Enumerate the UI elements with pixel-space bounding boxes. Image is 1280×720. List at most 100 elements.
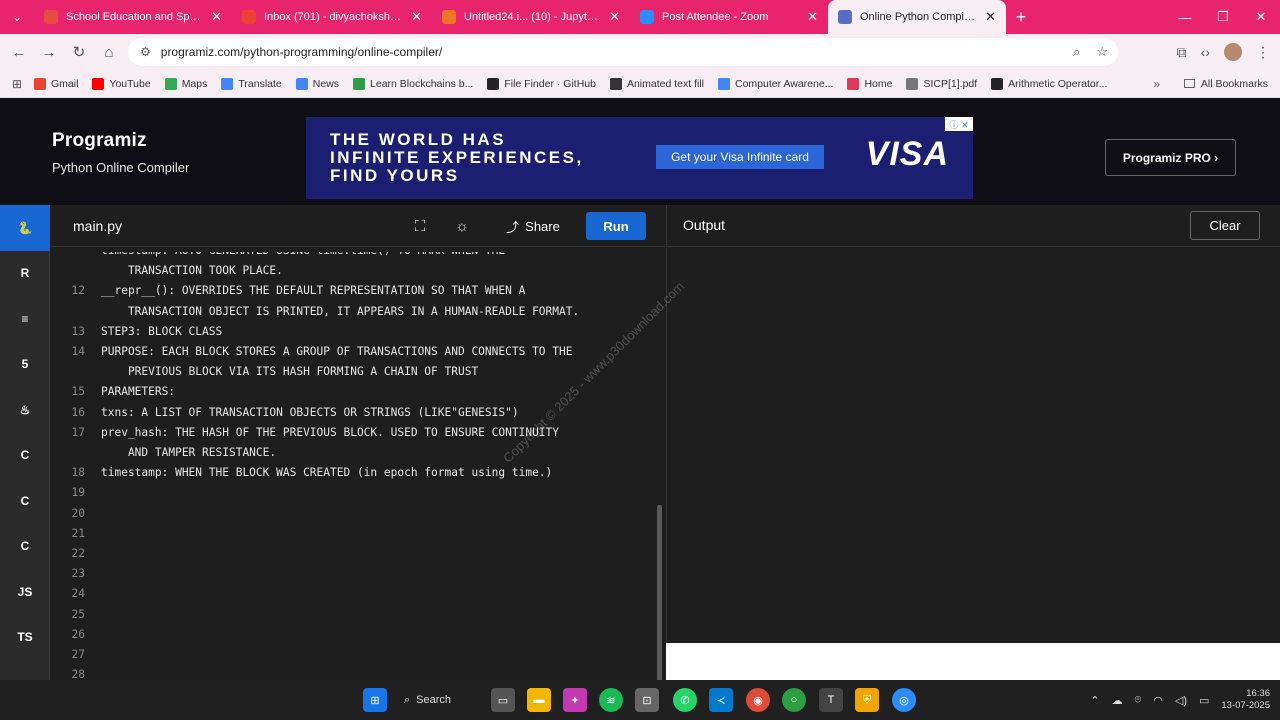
ts-language-button[interactable]: TS bbox=[0, 615, 50, 661]
jupyter-icon[interactable]: ○ bbox=[782, 688, 806, 712]
theme-toggle-icon[interactable]: ☼ bbox=[451, 215, 473, 237]
minimize-icon[interactable]: — bbox=[1166, 0, 1204, 34]
spotify-icon[interactable]: ≋ bbox=[599, 688, 623, 712]
task-view-icon[interactable]: ▭ bbox=[491, 688, 515, 712]
bookmark-label: Learn Blockchains b... bbox=[370, 77, 474, 90]
profile-avatar[interactable] bbox=[1224, 43, 1242, 61]
run-button[interactable]: Run bbox=[586, 212, 646, 240]
bookmark-item[interactable]: Home bbox=[847, 77, 892, 90]
clear-button[interactable]: Clear bbox=[1190, 211, 1260, 240]
output-console[interactable] bbox=[666, 248, 1280, 643]
bookmark-favicon-icon bbox=[34, 77, 46, 90]
tray-app-icon[interactable]: ☁ bbox=[1112, 694, 1123, 707]
tray-chevron-icon[interactable]: ⌃ bbox=[1090, 694, 1099, 707]
search-icon: ⌕ bbox=[404, 693, 411, 706]
share-icon: ⤴ bbox=[506, 219, 520, 235]
bookmark-item[interactable]: News bbox=[295, 77, 339, 90]
home-icon[interactable]: ⌂ bbox=[94, 37, 124, 67]
browser-tab[interactable]: School Education and Sport De ✕ bbox=[34, 0, 232, 34]
bookmark-item[interactable]: Maps bbox=[164, 77, 208, 90]
defender-icon[interactable]: ⛨ bbox=[855, 688, 879, 712]
tab-search-icon[interactable]: ⌄ bbox=[0, 0, 34, 34]
bookmark-item[interactable]: File Finder · GitHub bbox=[487, 77, 596, 90]
tab-close-icon[interactable]: ✕ bbox=[609, 9, 620, 25]
compiler-workspace: 🐍 R ≡ 5 ♨ C C C JS TS main.py ⛶ ☼ ⤴ Share Run tim… bbox=[0, 205, 1280, 710]
back-icon[interactable]: ← bbox=[4, 37, 34, 67]
line-number: 23 bbox=[71, 567, 85, 581]
whatsapp-icon[interactable]: ✆ bbox=[673, 688, 697, 712]
wifi-icon[interactable]: ◠ bbox=[1153, 694, 1163, 707]
bookmark-label: Maps bbox=[181, 77, 208, 90]
forward-icon[interactable]: → bbox=[34, 37, 64, 67]
line-number: 12 bbox=[71, 284, 85, 298]
taskbar-search[interactable]: ⌕ Search bbox=[404, 689, 478, 711]
programiz-pro-button[interactable]: Programiz PRO › bbox=[1105, 139, 1236, 176]
bookmark-item[interactable]: Computer Awarene... bbox=[718, 77, 833, 90]
cpp-language-button[interactable]: C bbox=[0, 478, 50, 524]
reload-icon[interactable]: ↻ bbox=[64, 37, 94, 67]
r-language-button[interactable]: R bbox=[0, 251, 50, 297]
share-button[interactable]: ⤴ Share bbox=[494, 212, 572, 240]
devtools-icon[interactable]: ‹› bbox=[1201, 44, 1210, 60]
browser-tab[interactable]: Inbox (701) - divyachokshi8@g ✕ bbox=[232, 0, 432, 34]
c-language-button[interactable]: C bbox=[0, 433, 50, 479]
all-bookmarks[interactable]: All Bookmarks bbox=[1183, 78, 1268, 90]
vscode-icon[interactable]: ≺ bbox=[709, 688, 733, 712]
html-language-button[interactable]: 5 bbox=[0, 342, 50, 388]
programiz-page: Programiz Python Online Compiler THE WOR… bbox=[0, 98, 1280, 710]
programiz-logo[interactable]: Programiz bbox=[52, 130, 189, 152]
site-info-icon[interactable]: ⚙ bbox=[140, 45, 151, 59]
new-tab-button[interactable]: + bbox=[1006, 0, 1036, 34]
bookmark-item[interactable]: Gmail bbox=[34, 77, 79, 90]
close-window-icon[interactable]: ✕ bbox=[1242, 0, 1280, 34]
file-tab-main[interactable]: main.py bbox=[73, 218, 122, 234]
bookmark-item[interactable]: YouTube bbox=[92, 77, 151, 90]
sql-icon: ≡ bbox=[21, 311, 29, 326]
clock[interactable]: 16:36 13-07-2025 bbox=[1221, 688, 1270, 712]
chrome-icon[interactable]: ◉ bbox=[746, 688, 770, 712]
csharp-language-button[interactable]: C bbox=[0, 524, 50, 570]
more-bookmarks-icon[interactable]: » bbox=[1153, 77, 1160, 91]
python-language-button[interactable]: 🐍 bbox=[0, 205, 50, 251]
tab-close-icon[interactable]: ✕ bbox=[807, 9, 818, 25]
browser-tab[interactable]: Untitled24.i... (10) - JupyterLab ✕ bbox=[432, 0, 630, 34]
maximize-icon[interactable]: ❐ bbox=[1204, 0, 1242, 34]
zoom-icon[interactable]: ⌕ bbox=[1073, 44, 1080, 60]
tray-network-icon[interactable]: ⌾ bbox=[1135, 694, 1142, 707]
visa-ad-banner[interactable]: THE WORLD HAS INFINITE EXPERIENCES, FIND… bbox=[306, 117, 973, 199]
browser-tab[interactable]: Online Python Compiler (Interp ✕ bbox=[828, 0, 1006, 34]
bookmark-item[interactable]: SICP[1].pdf bbox=[906, 77, 977, 90]
bookmark-star-icon[interactable]: ☆ bbox=[1096, 44, 1108, 60]
bookmark-item[interactable]: Translate bbox=[221, 77, 282, 90]
extensions-icon[interactable]: ⧉ bbox=[1177, 44, 1187, 61]
cpp-icon: C bbox=[20, 493, 30, 508]
code-editor[interactable]: timestamp: AUTO-GENERATED USING time.tim… bbox=[51, 248, 659, 680]
bookmark-item[interactable]: Learn Blockchains b... bbox=[353, 77, 474, 90]
bookmark-item[interactable]: Arithmetic Operator... bbox=[991, 77, 1107, 90]
bookmark-label: Gmail bbox=[51, 77, 79, 90]
apps-grid-icon[interactable]: ⊞ bbox=[0, 77, 34, 91]
zoom-app-icon[interactable]: ◎ bbox=[892, 688, 916, 712]
copilot-icon[interactable]: ✦ bbox=[563, 688, 587, 712]
address-bar[interactable]: ⚙ programiz.com/python-programming/onlin… bbox=[128, 38, 1118, 66]
ad-cta-button[interactable]: Get your Visa Infinite card bbox=[656, 145, 824, 169]
js-language-button[interactable]: JS bbox=[0, 569, 50, 615]
line-number: 22 bbox=[71, 547, 85, 560]
store-icon[interactable]: ⊡ bbox=[635, 688, 659, 712]
battery-icon[interactable]: ▭ bbox=[1199, 694, 1209, 707]
bookmark-item[interactable]: Animated text fill bbox=[609, 77, 704, 90]
java-language-button[interactable]: ♨ bbox=[0, 387, 50, 433]
tab-close-icon[interactable]: ✕ bbox=[985, 9, 996, 25]
tab-close-icon[interactable]: ✕ bbox=[211, 9, 222, 25]
bookmark-favicon-icon bbox=[295, 77, 308, 90]
teams-icon[interactable]: T bbox=[819, 688, 843, 712]
volume-icon[interactable]: ◁) bbox=[1175, 694, 1187, 707]
start-icon[interactable]: ⊞ bbox=[363, 688, 387, 712]
file-explorer-icon[interactable]: ▬ bbox=[527, 688, 551, 712]
tab-close-icon[interactable]: ✕ bbox=[411, 9, 422, 25]
fullscreen-icon[interactable]: ⛶ bbox=[409, 215, 431, 237]
adchoices-icon[interactable]: ⓘ ✕ bbox=[945, 117, 973, 131]
browser-menu-icon[interactable]: ⋮ bbox=[1256, 44, 1270, 61]
sql-language-button[interactable]: ≡ bbox=[0, 296, 50, 342]
browser-tab[interactable]: Post Attendee - Zoom ✕ bbox=[630, 0, 828, 34]
